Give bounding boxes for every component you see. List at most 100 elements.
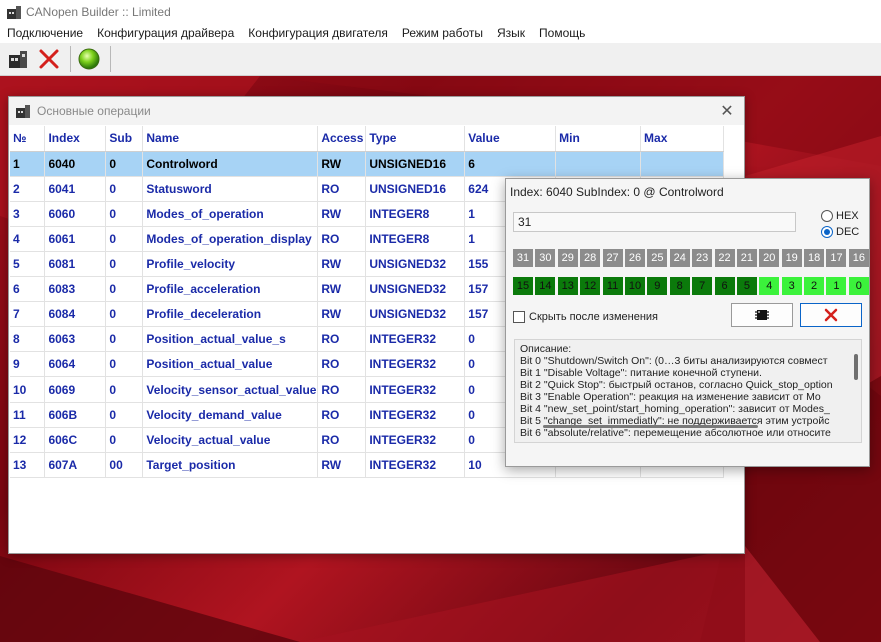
bit-toggle[interactable]: 12 bbox=[580, 277, 601, 295]
menu-motor-config[interactable]: Конфигурация двигателя bbox=[241, 26, 395, 40]
connect-icon bbox=[9, 51, 27, 68]
horizontal-scrollbar[interactable] bbox=[543, 425, 758, 428]
cell-index: 6081 bbox=[44, 251, 107, 278]
bit-toggle[interactable]: 5 bbox=[736, 277, 757, 295]
bit-toggle[interactable]: 4 bbox=[759, 277, 780, 295]
bit-toggle[interactable]: 13 bbox=[557, 277, 578, 295]
column-header-max[interactable]: Max bbox=[640, 126, 724, 152]
cell-no: 7 bbox=[10, 301, 46, 328]
hide-after-change-label: Скрыть после изменения bbox=[529, 311, 659, 323]
column-header-type[interactable]: Type bbox=[365, 126, 466, 152]
bit-toggle[interactable]: 15 bbox=[513, 277, 533, 295]
bit-toggle[interactable]: 9 bbox=[647, 277, 668, 295]
cell-type: UNSIGNED32 bbox=[365, 276, 466, 303]
cell-name: Velocity_actual_value bbox=[142, 427, 319, 453]
dec-radio-indicator[interactable] bbox=[821, 226, 833, 238]
description-line: Bit 4 "new_set_point/start_homing_operat… bbox=[520, 403, 830, 415]
checkbox-box[interactable] bbox=[513, 311, 525, 323]
description-line: Описание: bbox=[520, 343, 572, 355]
bit-toggle[interactable]: 2 bbox=[804, 277, 825, 295]
column-header-min[interactable]: Min bbox=[555, 126, 642, 152]
column-header-sub[interactable]: Sub bbox=[105, 126, 144, 152]
cell-access: RO bbox=[317, 351, 367, 378]
dec-radio[interactable]: DEC bbox=[821, 226, 859, 238]
cell-access: RW bbox=[317, 301, 367, 328]
bit-toggle[interactable]: 11 bbox=[602, 277, 623, 295]
bit-toggle[interactable]: 10 bbox=[624, 277, 645, 295]
hide-after-change-checkbox[interactable]: Скрыть после изменения bbox=[513, 311, 658, 323]
bit-toggle[interactable]: 7 bbox=[692, 277, 713, 295]
bit-number-label: 17 bbox=[826, 249, 847, 267]
bit-number-label: 16 bbox=[848, 249, 869, 267]
app-title: CANopen Builder :: Limited bbox=[26, 4, 171, 19]
column-header-no[interactable]: № bbox=[10, 126, 46, 152]
description-line: Bit 1 "Disable Voltage": питание конечно… bbox=[520, 367, 762, 379]
cell-name: Profile_velocity bbox=[142, 251, 319, 278]
bit-toggle[interactable]: 14 bbox=[535, 277, 556, 295]
hex-radio[interactable]: HEX bbox=[821, 210, 859, 222]
column-header-name[interactable]: Name bbox=[142, 126, 319, 152]
column-header-value[interactable]: Value bbox=[464, 126, 557, 152]
chip-icon bbox=[755, 310, 769, 320]
cell-no: 12 bbox=[10, 427, 46, 453]
cell-name: Position_actual_value_s bbox=[142, 326, 319, 353]
cell-index: 6069 bbox=[44, 376, 107, 403]
bit-toggle[interactable]: 8 bbox=[669, 277, 690, 295]
bit-number-label: 30 bbox=[535, 249, 556, 267]
cancel-button[interactable] bbox=[800, 303, 862, 327]
cell-name: Statusword bbox=[142, 176, 319, 202]
cell-sub: 00 bbox=[105, 452, 144, 479]
menu-help[interactable]: Помощь bbox=[532, 26, 592, 40]
menu-driver-config[interactable]: Конфигурация драйвера bbox=[90, 26, 241, 40]
cell-access: RO bbox=[317, 427, 367, 453]
cell-sub: 0 bbox=[105, 376, 144, 403]
app-titlebar: CANopen Builder :: Limited bbox=[0, 0, 881, 23]
cell-index: 606B bbox=[44, 402, 107, 428]
cell-max bbox=[640, 151, 724, 177]
app-logo-icon bbox=[7, 5, 21, 19]
bit-number-label: 21 bbox=[736, 249, 757, 267]
column-header-access[interactable]: Access bbox=[317, 126, 367, 152]
cell-sub: 0 bbox=[105, 176, 144, 202]
cell-type: INTEGER32 bbox=[365, 427, 466, 453]
connect-button[interactable] bbox=[4, 45, 32, 73]
cell-access: RO bbox=[317, 326, 367, 353]
value-input[interactable]: 31 bbox=[513, 212, 796, 232]
column-header-index[interactable]: Index bbox=[44, 126, 107, 152]
cell-type: INTEGER32 bbox=[365, 376, 466, 403]
bit-number-row: 31 30 29 28 27 26 25 24 23 22 21 20 19 18 17 16 bbox=[513, 249, 871, 267]
cell-index: 607A bbox=[44, 452, 107, 479]
cell-access: RW bbox=[317, 251, 367, 278]
cell-index: 6061 bbox=[44, 226, 107, 252]
menu-language[interactable]: Язык bbox=[490, 26, 532, 40]
bit-toggle[interactable]: 1 bbox=[826, 277, 847, 295]
menu-connection[interactable]: Подключение bbox=[0, 26, 90, 40]
hex-radio-indicator[interactable] bbox=[821, 210, 833, 222]
cell-access: RW bbox=[317, 201, 367, 227]
cell-sub: 0 bbox=[105, 276, 144, 303]
cell-index: 6063 bbox=[44, 326, 107, 353]
cell-value[interactable]: 6 bbox=[464, 151, 557, 177]
status-button[interactable] bbox=[75, 45, 103, 73]
description-line: Bit 0 "Shutdown/Switch On": (0…3 биты ан… bbox=[520, 355, 828, 367]
close-button[interactable]: ✕ bbox=[718, 102, 736, 120]
bit-number-label: 28 bbox=[580, 249, 601, 267]
write-button[interactable] bbox=[731, 303, 793, 327]
disconnect-button[interactable] bbox=[35, 45, 63, 73]
cell-access: RO bbox=[317, 376, 367, 403]
table-row[interactable]: 1 6040 0 Controlword RW UNSIGNED16 6 bbox=[10, 151, 724, 177]
cell-no: 4 bbox=[10, 226, 46, 252]
vertical-scrollbar[interactable] bbox=[854, 354, 858, 380]
bit-toggle[interactable]: 3 bbox=[781, 277, 802, 295]
bit-toggle[interactable]: 6 bbox=[714, 277, 735, 295]
cell-name: Target_position bbox=[142, 452, 319, 479]
close-icon: ✕ bbox=[720, 103, 734, 120]
menu-operation-mode[interactable]: Режим работы bbox=[395, 26, 490, 40]
cell-type: INTEGER32 bbox=[365, 351, 466, 378]
bit-toggle[interactable]: 0 bbox=[848, 277, 869, 295]
bit-number-label: 31 bbox=[513, 249, 533, 267]
description-box[interactable]: Описание: Bit 0 "Shutdown/Switch On": (0…… bbox=[514, 339, 862, 443]
operations-window-titlebar: Основные операции bbox=[9, 97, 744, 125]
cell-sub: 0 bbox=[105, 201, 144, 227]
bit-number-label: 25 bbox=[647, 249, 668, 267]
